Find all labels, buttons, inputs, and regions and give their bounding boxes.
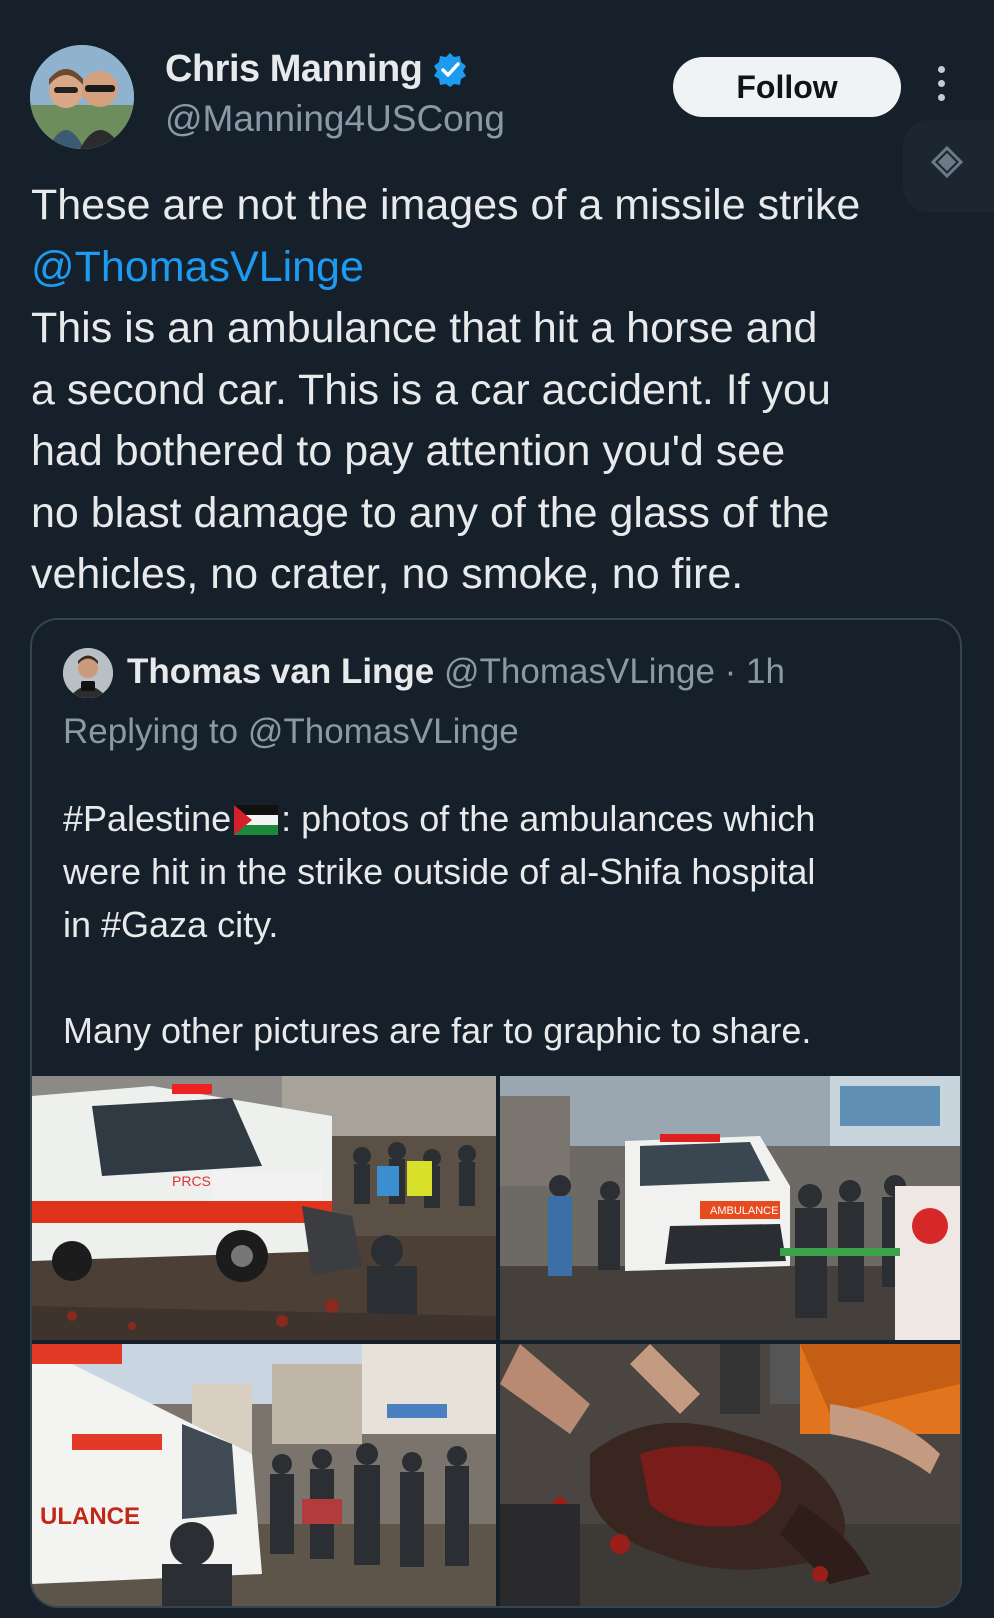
ambulance-side-photo[interactable]: ULANCE [32, 1344, 496, 1606]
quoted-tweet[interactable]: Thomas van Linge @ThomasVLinge · 1h Repl… [30, 618, 962, 1608]
ambulance-label: PRCS [172, 1173, 211, 1189]
quoted-para: Many other pictures are far to graphic t… [63, 1010, 812, 1051]
quoted-text: #Palestine : photos of the ambulances whi… [63, 792, 943, 1057]
quoted-para: in #Gaza city. [63, 904, 279, 945]
ambulance-label: ULANCE [40, 1503, 140, 1530]
ambulance-front-photo[interactable]: AMBULANCE [500, 1076, 960, 1340]
quoted-text-segment: : photos of the ambulances which [281, 798, 816, 839]
mention-link[interactable]: @ThomasVLinge [31, 237, 971, 299]
author-name[interactable]: Chris Manning [165, 48, 423, 91]
quoted-author-name[interactable]: Thomas van Linge [127, 652, 434, 691]
tweet-line: vehicles, no crater, no smoke, no fire. [31, 550, 744, 598]
quoted-header: Thomas van Linge @ThomasVLinge · 1h [127, 652, 785, 692]
tweet-text: These are not the images of a missile st… [31, 175, 971, 606]
author-name-row[interactable]: Chris Manning [165, 48, 468, 91]
tweet: Chris Manning @Manning4USCong Follow The… [0, 0, 994, 1618]
quoted-para: were hit in the strike outside of al-Shi… [63, 851, 816, 892]
horse-photo[interactable] [500, 1344, 960, 1606]
replying-to: Replying to @ThomasVLinge [63, 712, 519, 751]
author-avatar[interactable] [30, 45, 134, 149]
tweet-line: This is an ambulance that hit a horse an… [31, 304, 818, 352]
hashtag-link[interactable]: #Palestine [63, 798, 231, 839]
tweet-line: no blast damage to any of the glass of t… [31, 488, 830, 537]
ambulance-photo[interactable]: PRCS [32, 1076, 496, 1340]
media-grid: PRCS AMBULANCE ULANCE [32, 1076, 960, 1606]
tweet-line: had bothered to pay attention you'd see [31, 427, 786, 475]
palestine-flag-icon [234, 796, 279, 835]
author-handle[interactable]: @Manning4USCong [165, 98, 505, 140]
quoted-author-meta: @ThomasVLinge · 1h [444, 652, 785, 691]
quoted-author-avatar[interactable] [63, 648, 113, 698]
quoted-para: #Palestine : photos of the ambulances whi… [63, 792, 943, 845]
tweet-line: These are not the images of a missile st… [31, 181, 861, 229]
verified-badge-icon [432, 52, 468, 88]
more-vertical-icon[interactable] [928, 66, 954, 108]
tweet-line: a second car. This is a car accident. If… [31, 365, 831, 414]
ambulance-label: AMBULANCE [710, 1205, 778, 1217]
follow-button[interactable]: Follow [673, 57, 901, 117]
